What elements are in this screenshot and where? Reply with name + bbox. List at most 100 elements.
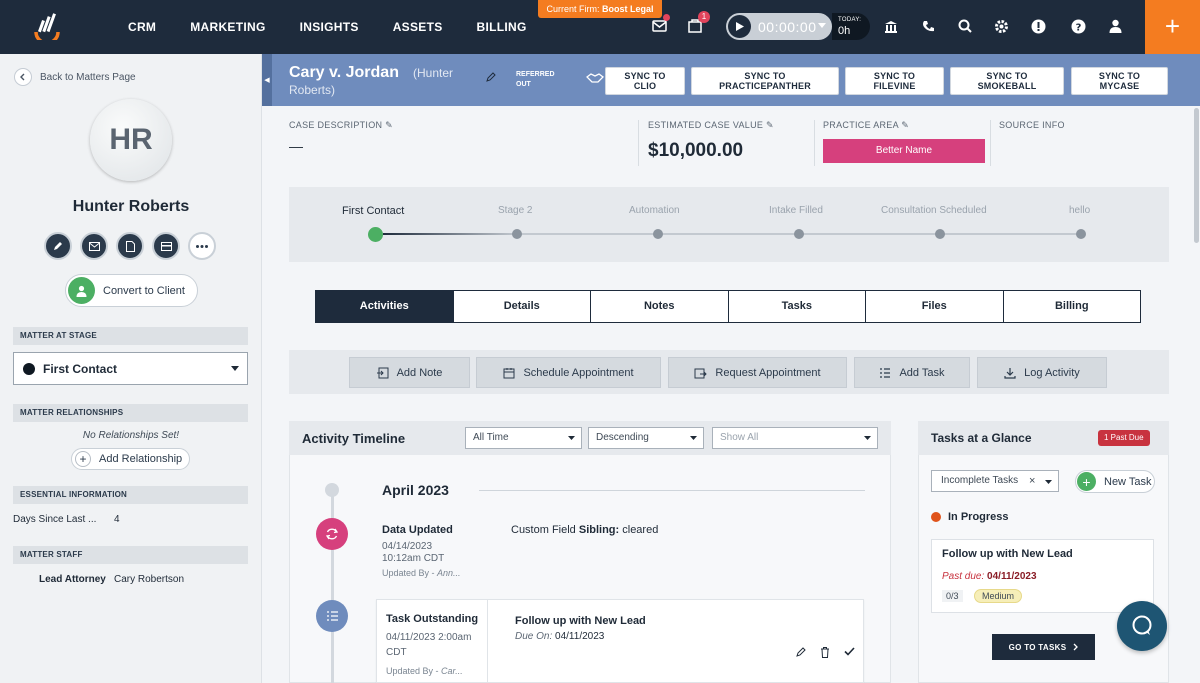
request-appointment-button[interactable]: Request Appointment bbox=[668, 357, 847, 388]
checkmark-icon[interactable] bbox=[844, 647, 855, 656]
document-icon[interactable] bbox=[116, 232, 144, 260]
edit-pencil-icon[interactable]: ✎ bbox=[901, 120, 909, 130]
new-task-button[interactable]: + New Task bbox=[1075, 470, 1155, 493]
sync-practicepanther-button[interactable]: SYNC TO PRACTICEPANTHER bbox=[691, 67, 839, 95]
add-relationship-button[interactable]: + Add Relationship bbox=[71, 448, 190, 470]
page-scrollbar[interactable] bbox=[1194, 108, 1199, 243]
quick-add-button[interactable]: + bbox=[1145, 0, 1200, 54]
more-options-icon[interactable] bbox=[188, 232, 216, 260]
clear-filter-icon[interactable]: × bbox=[1029, 471, 1035, 491]
stage-intake-filled[interactable]: Intake Filled bbox=[769, 205, 823, 216]
stage-hello[interactable]: hello bbox=[1069, 205, 1090, 216]
help-icon[interactable]: ? bbox=[1067, 15, 1089, 37]
building-icon[interactable] bbox=[880, 15, 902, 37]
stage-select[interactable]: First Contact bbox=[13, 352, 248, 385]
chevron-down-icon[interactable] bbox=[818, 23, 826, 28]
stage-connector bbox=[521, 233, 658, 235]
tab-details[interactable]: Details bbox=[454, 291, 591, 322]
edit-pencil-icon[interactable] bbox=[796, 647, 806, 657]
info-divider bbox=[814, 120, 815, 166]
nav-insights[interactable]: INSIGHTS bbox=[300, 0, 359, 54]
search-icon[interactable] bbox=[954, 15, 976, 37]
nav-crm[interactable]: CRM bbox=[128, 0, 156, 54]
log-activity-button[interactable]: Log Activity bbox=[977, 357, 1107, 388]
case-description-value: — bbox=[289, 138, 303, 154]
calendar-icon bbox=[503, 367, 515, 378]
card-icon[interactable] bbox=[152, 232, 180, 260]
tab-notes[interactable]: Notes bbox=[591, 291, 729, 322]
practice-area-badge[interactable]: Better Name bbox=[823, 139, 985, 163]
firm-label: Current Firm: bbox=[546, 4, 600, 14]
edit-case-pencil-icon[interactable] bbox=[486, 72, 496, 82]
sort-order-select[interactable]: Descending bbox=[588, 427, 704, 449]
stage-dot[interactable] bbox=[794, 229, 804, 239]
estimated-value: $10,000.00 bbox=[648, 140, 744, 161]
log-activity-label: Log Activity bbox=[1024, 366, 1080, 379]
stage-automation[interactable]: Automation bbox=[629, 205, 680, 216]
sync-clio-button[interactable]: SYNC TO CLIO bbox=[605, 67, 685, 95]
schedule-appointment-button[interactable]: Schedule Appointment bbox=[476, 357, 661, 388]
today-total: TODAY: 0h bbox=[832, 13, 870, 40]
chevron-down-icon bbox=[568, 436, 575, 440]
estimated-value-label-text: ESTIMATED CASE VALUE bbox=[648, 120, 764, 130]
sync-smokeball-button[interactable]: SYNC TO SMOKEBALL bbox=[950, 67, 1064, 95]
current-firm-pill[interactable]: Current Firm: Boost Legal bbox=[538, 0, 662, 18]
stage-2[interactable]: Stage 2 bbox=[498, 205, 532, 216]
alert-icon[interactable] bbox=[1027, 15, 1049, 37]
stage-first-contact[interactable]: First Contact bbox=[342, 205, 404, 217]
case-description-label[interactable]: CASE DESCRIPTION ✎ bbox=[289, 120, 393, 131]
gear-icon[interactable] bbox=[990, 15, 1012, 37]
tab-files[interactable]: Files bbox=[866, 291, 1004, 322]
tab-tasks[interactable]: Tasks bbox=[729, 291, 866, 322]
task-filter-select[interactable]: Incomplete Tasks × bbox=[931, 470, 1059, 492]
chat-support-button[interactable] bbox=[1117, 601, 1167, 651]
glance-task-card[interactable]: Follow up with New Lead Past due: 04/11/… bbox=[931, 539, 1154, 613]
mail-icon[interactable] bbox=[648, 14, 670, 37]
nav-billing[interactable]: BILLING bbox=[477, 0, 527, 54]
nav-assets[interactable]: ASSETS bbox=[393, 0, 443, 54]
tab-activities[interactable]: Activities bbox=[316, 291, 454, 322]
today-label: TODAY: bbox=[838, 17, 862, 23]
time-range-select[interactable]: All Time bbox=[465, 427, 582, 449]
stage-consultation-scheduled[interactable]: Consultation Scheduled bbox=[881, 205, 987, 216]
practice-area-label-text: PRACTICE AREA bbox=[823, 120, 899, 130]
play-icon[interactable] bbox=[728, 15, 751, 38]
time-tracker[interactable]: 00:00:00 bbox=[726, 13, 832, 40]
trash-icon[interactable] bbox=[820, 647, 830, 658]
estimated-value-label[interactable]: ESTIMATED CASE VALUE ✎ bbox=[648, 120, 774, 131]
handshake-icon[interactable] bbox=[586, 72, 604, 84]
user-icon[interactable] bbox=[1104, 15, 1126, 37]
stage-dot[interactable] bbox=[653, 229, 663, 239]
status-dot bbox=[931, 512, 941, 522]
referred-out-label[interactable]: REFERRED OUT bbox=[516, 70, 555, 90]
past-due-badge[interactable]: 1 Past Due bbox=[1098, 430, 1150, 446]
task-updated-by-value: Car... bbox=[441, 666, 463, 676]
back-to-matters-link[interactable]: Back to Matters Page bbox=[14, 68, 136, 86]
inbox-icon[interactable]: 1 bbox=[684, 11, 710, 37]
sync-mycase-button[interactable]: SYNC TO MYCASE bbox=[1071, 67, 1168, 95]
sync-mc-line-2: MYCASE bbox=[1099, 81, 1140, 91]
stage-dot[interactable] bbox=[512, 229, 522, 239]
nav-marketing[interactable]: MARKETING bbox=[190, 0, 265, 54]
chevron-down-icon bbox=[690, 436, 697, 440]
app-logo-icon[interactable] bbox=[32, 12, 62, 40]
stage-dot[interactable] bbox=[1076, 229, 1086, 239]
sync-filevine-button[interactable]: SYNC TO FILEVINE bbox=[845, 67, 944, 95]
tab-billing[interactable]: Billing bbox=[1004, 291, 1141, 322]
edit-pencil-icon[interactable]: ✎ bbox=[766, 120, 774, 130]
go-to-tasks-button[interactable]: GO TO TASKS bbox=[992, 634, 1095, 660]
collapse-sidebar-toggle[interactable]: ◀ bbox=[262, 54, 272, 106]
stage-dot-current[interactable] bbox=[368, 227, 383, 242]
add-note-button[interactable]: Add Note bbox=[349, 357, 470, 388]
convert-to-client-button[interactable]: Convert to Client bbox=[65, 274, 198, 307]
sync-mc-line-1: SYNC TO bbox=[1098, 71, 1141, 81]
practice-area-label[interactable]: PRACTICE AREA ✎ bbox=[823, 120, 909, 131]
show-filter-select[interactable]: Show All bbox=[712, 427, 878, 449]
email-icon[interactable] bbox=[80, 232, 108, 260]
task-name[interactable]: Follow up with New Lead bbox=[515, 615, 646, 627]
edit-pencil-icon[interactable]: ✎ bbox=[385, 120, 393, 130]
add-task-button[interactable]: Add Task bbox=[854, 357, 970, 388]
phone-icon[interactable] bbox=[917, 15, 939, 37]
stage-dot[interactable] bbox=[935, 229, 945, 239]
edit-pencil-icon[interactable] bbox=[44, 232, 72, 260]
